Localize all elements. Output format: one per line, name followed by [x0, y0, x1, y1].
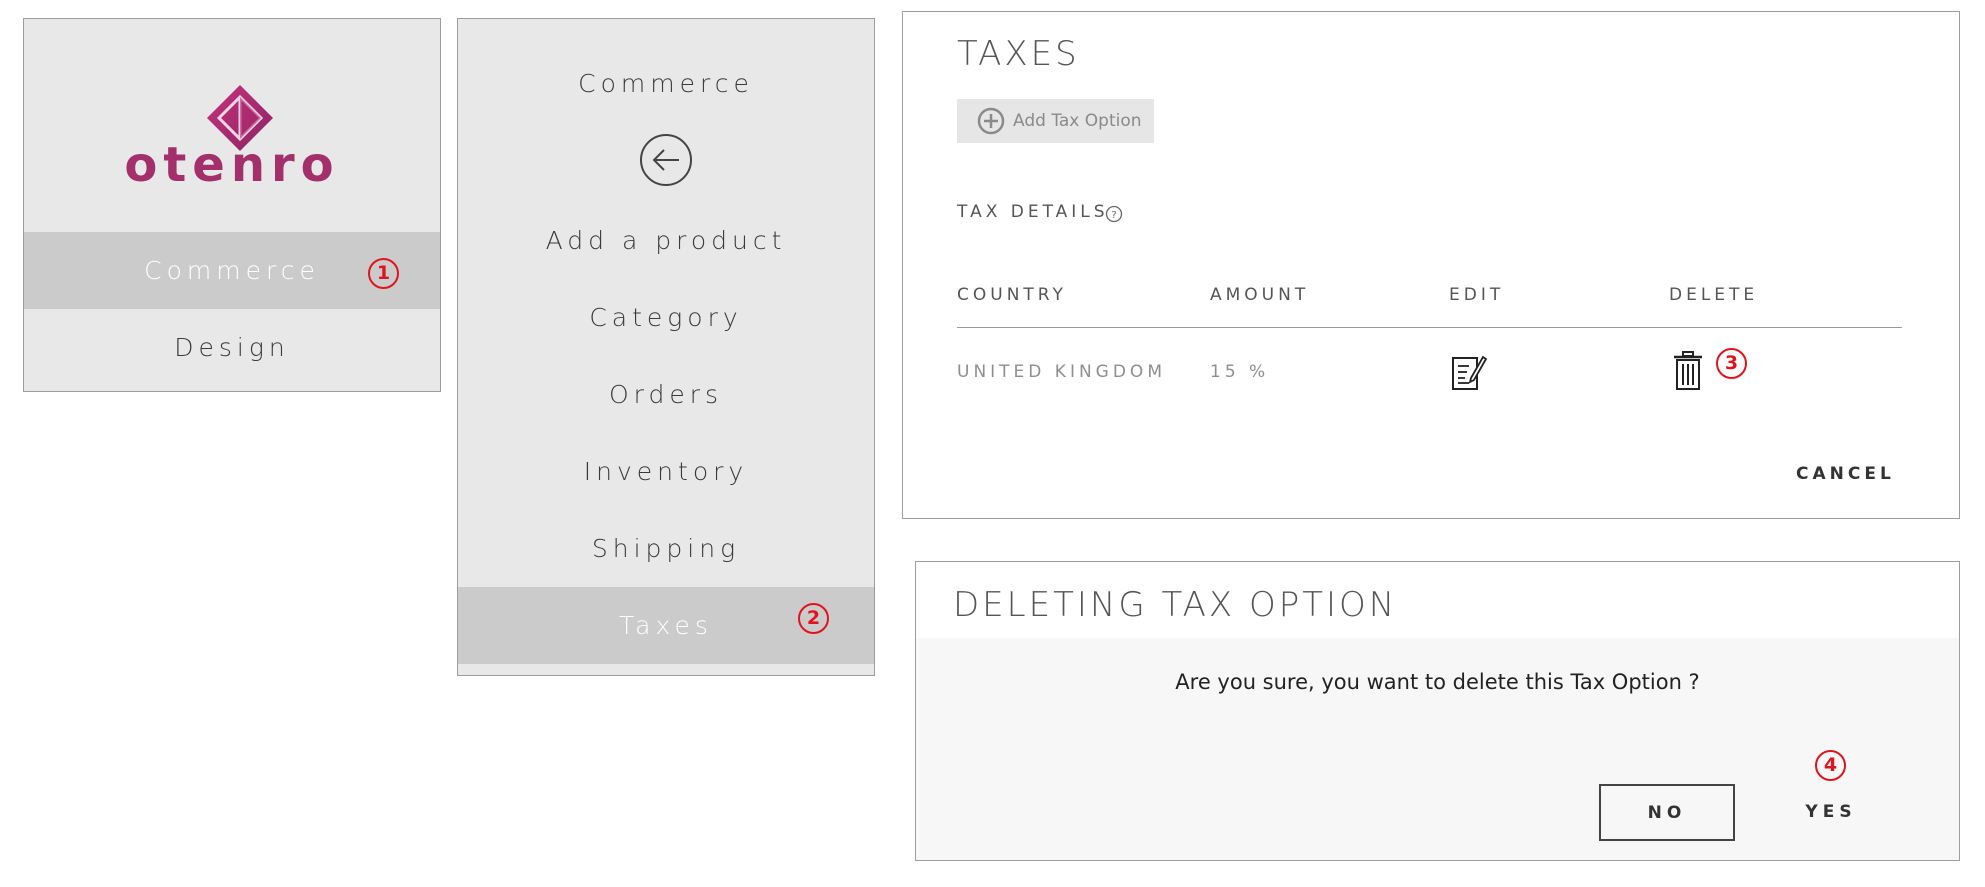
- trash-icon[interactable]: [1672, 350, 1704, 392]
- submenu-item-category[interactable]: Category: [458, 279, 874, 356]
- menu-item-label: Taxes: [619, 611, 713, 640]
- section-label: TAX DETAILS: [957, 202, 1109, 222]
- step-marker-1: 1: [368, 258, 399, 289]
- menu-item-label: Design: [174, 333, 290, 362]
- plus-circle-icon: [977, 107, 1005, 135]
- cancel-button[interactable]: CANCEL: [1796, 464, 1895, 484]
- column-header-edit: EDIT: [1449, 285, 1505, 305]
- step-marker-3: 3: [1716, 348, 1747, 379]
- column-header-country: COUNTRY: [957, 285, 1067, 305]
- column-header-amount: AMOUNT: [1210, 285, 1310, 305]
- step-marker-2: 2: [798, 603, 829, 634]
- edit-icon[interactable]: [1451, 352, 1487, 392]
- add-tax-option-label: Add Tax Option: [1013, 111, 1142, 131]
- table-divider: [957, 327, 1902, 328]
- tax-amount-cell: 15 %: [1210, 362, 1270, 382]
- column-header-delete: DELETE: [1669, 285, 1759, 305]
- commerce-menu-title: Commerce: [578, 69, 754, 98]
- page-title: TAXES: [957, 34, 1080, 74]
- yes-button[interactable]: YES: [1801, 797, 1861, 827]
- submenu-item-shipping[interactable]: Shipping: [458, 510, 874, 587]
- add-tax-option-button[interactable]: Add Tax Option: [957, 99, 1154, 143]
- taxes-panel: [902, 11, 1960, 519]
- arrow-left-icon: [652, 149, 679, 171]
- dialog-message: Are you sure, you want to delete this Ta…: [1175, 670, 1700, 694]
- submenu-item-orders[interactable]: Orders: [458, 356, 874, 433]
- help-icon[interactable]: ?: [1105, 205, 1123, 223]
- dialog-title: DELETING TAX OPTION: [953, 585, 1398, 625]
- submenu-item-inventory[interactable]: Inventory: [458, 433, 874, 510]
- tax-country-cell: UNITED KINGDOM: [957, 362, 1166, 382]
- brand-wordmark: otenro: [124, 137, 340, 193]
- back-button[interactable]: [640, 134, 692, 186]
- brand-logo: otenro: [24, 19, 440, 233]
- submenu-item-add-product[interactable]: Add a product: [458, 202, 874, 279]
- no-button[interactable]: NO: [1599, 784, 1735, 841]
- menu-item-design[interactable]: Design: [24, 309, 440, 386]
- menu-item-label: Commerce: [144, 256, 320, 285]
- step-marker-4: 4: [1815, 750, 1846, 781]
- svg-text:?: ?: [1111, 210, 1116, 221]
